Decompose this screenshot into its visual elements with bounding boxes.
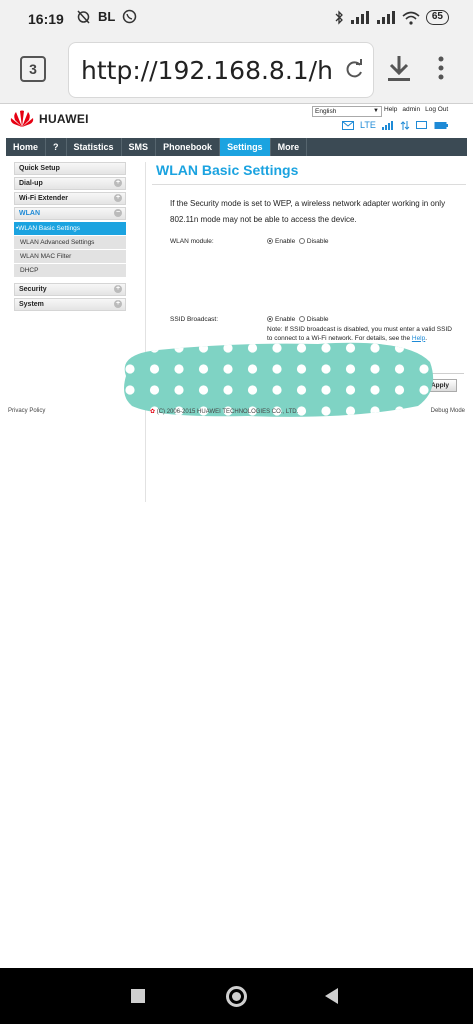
- sidebar-item-quick-setup[interactable]: Quick Setup: [14, 162, 126, 175]
- ssid-disable-radio[interactable]: [298, 316, 305, 322]
- url-text[interactable]: http://192.168.8.1/h: [81, 56, 333, 85]
- nav-help[interactable]: ?: [46, 138, 67, 156]
- network-type: LTE: [360, 120, 376, 130]
- nav-phonebook[interactable]: Phonebook: [156, 138, 221, 156]
- sidebar-item-label: Security: [19, 286, 47, 293]
- mail-icon[interactable]: [342, 120, 354, 130]
- title-divider: [152, 184, 466, 185]
- wlan-disable-radio[interactable]: [298, 238, 305, 244]
- carrier-badge: BL: [98, 9, 116, 24]
- main-nav: Home ? Statistics SMS Phonebook Settings…: [6, 138, 467, 156]
- download-icon[interactable]: [384, 50, 414, 86]
- debug-mode-link[interactable]: Debug Mode: [431, 408, 465, 414]
- user-name: admin: [402, 106, 421, 113]
- sidebar-item-security[interactable]: Security +: [14, 283, 126, 296]
- expand-icon: +: [114, 285, 122, 293]
- wlan-module-label: WLAN module:: [170, 238, 214, 245]
- wlan-enable-radio[interactable]: [267, 238, 273, 244]
- wep-warning-text: If the Security mode is set to WEP, a wi…: [170, 199, 446, 224]
- back-button[interactable]: [325, 988, 338, 1004]
- main-content: WLAN Basic Settings If the Security mode…: [152, 162, 466, 392]
- nav-settings[interactable]: Settings: [220, 138, 271, 156]
- language-select[interactable]: English ▼: [312, 106, 382, 117]
- overflow-menu-icon[interactable]: [436, 56, 446, 82]
- wlan-module-options: Enable Disable: [267, 238, 329, 245]
- sidebar-item-dialup[interactable]: Dial-up +: [14, 177, 126, 190]
- ssid-broadcast-options: Enable Disable: [267, 316, 329, 323]
- privacy-policy-link[interactable]: Privacy Policy: [8, 408, 45, 414]
- sidebar-item-label: Dial-up: [19, 180, 43, 187]
- sidebar-subitem-wlan-advanced[interactable]: WLAN Advanced Settings: [14, 236, 126, 250]
- sidebar-item-label: System: [19, 301, 44, 308]
- signal-icon-2: [376, 11, 395, 24]
- settings-sidebar: Quick Setup Dial-up + Wi-Fi Extender + WLA…: [14, 162, 126, 313]
- nav-home[interactable]: Home: [6, 138, 47, 156]
- address-bar[interactable]: http://192.168.8.1/h: [68, 42, 374, 98]
- web-page: HUAWEI English ▼ Help admin Log Out LTE …: [0, 104, 473, 968]
- sidebar-item-label: WLAN: [19, 210, 40, 217]
- battery-indicator: 65: [425, 10, 449, 25]
- signal-icon: [350, 11, 369, 24]
- help-link[interactable]: Help: [384, 106, 397, 113]
- chevron-down-icon: ▼: [373, 108, 379, 114]
- sidebar-item-wifi-extender[interactable]: Wi-Fi Extender +: [14, 192, 126, 205]
- sidebar-item-label: Wi-Fi Extender: [19, 195, 68, 202]
- copyright-text: (C) 2006-2015 HUAWEI TECHNOLOGIES CO., L…: [156, 409, 299, 415]
- sidebar-item-label: Quick Setup: [19, 165, 60, 172]
- home-button[interactable]: [226, 986, 247, 1007]
- sidebar-item-wlan[interactable]: WLAN −: [14, 207, 126, 220]
- status-bar: 16:19 BL 65: [0, 0, 473, 36]
- ssid-broadcast-label: SSID Broadcast:: [170, 316, 219, 323]
- browser-toolbar: 3 http://192.168.8.1/h: [0, 36, 473, 104]
- expand-icon: +: [114, 179, 122, 187]
- wifi-icon: [402, 11, 420, 25]
- clock: 16:19: [28, 11, 64, 27]
- whatsapp-icon: [123, 9, 137, 24]
- brand-name: HUAWEI: [39, 112, 89, 126]
- router-header: HUAWEI English ▼ Help admin Log Out LTE: [6, 104, 467, 138]
- sidebar-subitem-wlan-basic[interactable]: •WLAN Basic Settings: [14, 222, 126, 236]
- tab-switcher-button[interactable]: 3: [20, 56, 46, 82]
- expand-icon: +: [114, 194, 122, 202]
- status-left-icons: BL: [76, 9, 137, 24]
- alarm-off-icon: [77, 10, 90, 24]
- data-transfer-icon: [400, 120, 410, 130]
- sidebar-item-system[interactable]: System +: [14, 298, 126, 311]
- copyright: ✿ (C) 2006-2015 HUAWEI TECHNOLOGIES CO.,…: [150, 408, 298, 415]
- huawei-logo[interactable]: HUAWEI: [10, 110, 89, 128]
- wlan-disable-label: Disable: [306, 238, 329, 245]
- sidebar-subitem-wlan-mac-filter[interactable]: WLAN MAC Filter: [14, 250, 126, 264]
- ssid-disable-label: Disable: [306, 316, 329, 323]
- huawei-flower-icon: [10, 110, 34, 127]
- expand-icon: +: [114, 300, 122, 308]
- android-nav-bar: [0, 968, 473, 1024]
- bluetooth-icon: [335, 10, 343, 25]
- nav-more[interactable]: More: [271, 138, 308, 156]
- nav-sms[interactable]: SMS: [122, 138, 157, 156]
- huawei-small-logo-icon: ✿: [150, 409, 156, 415]
- battery-icon: [434, 121, 448, 129]
- divider: [145, 162, 146, 502]
- collapse-icon: −: [114, 209, 122, 217]
- page-title: WLAN Basic Settings: [156, 162, 299, 178]
- router-status-icons: LTE: [342, 120, 448, 130]
- ssid-enable-label: Enable: [275, 316, 296, 323]
- signal-strength-icon: [381, 120, 393, 130]
- logout-link[interactable]: Log Out: [425, 106, 448, 113]
- top-links: Help admin Log Out: [384, 106, 448, 113]
- page-footer: Privacy Policy ✿ (C) 2006-2015 HUAWEI TE…: [6, 408, 467, 418]
- ssid-enable-radio[interactable]: [267, 316, 273, 322]
- device-icon: [415, 120, 427, 129]
- language-value: English: [315, 108, 337, 115]
- wlan-enable-label: Enable: [275, 238, 296, 245]
- reload-icon[interactable]: [341, 55, 367, 85]
- nav-statistics[interactable]: Statistics: [67, 138, 122, 156]
- sidebar-subitem-dhcp[interactable]: DHCP: [14, 264, 126, 278]
- recents-button[interactable]: [131, 989, 145, 1003]
- status-right-icons: 65: [334, 10, 449, 25]
